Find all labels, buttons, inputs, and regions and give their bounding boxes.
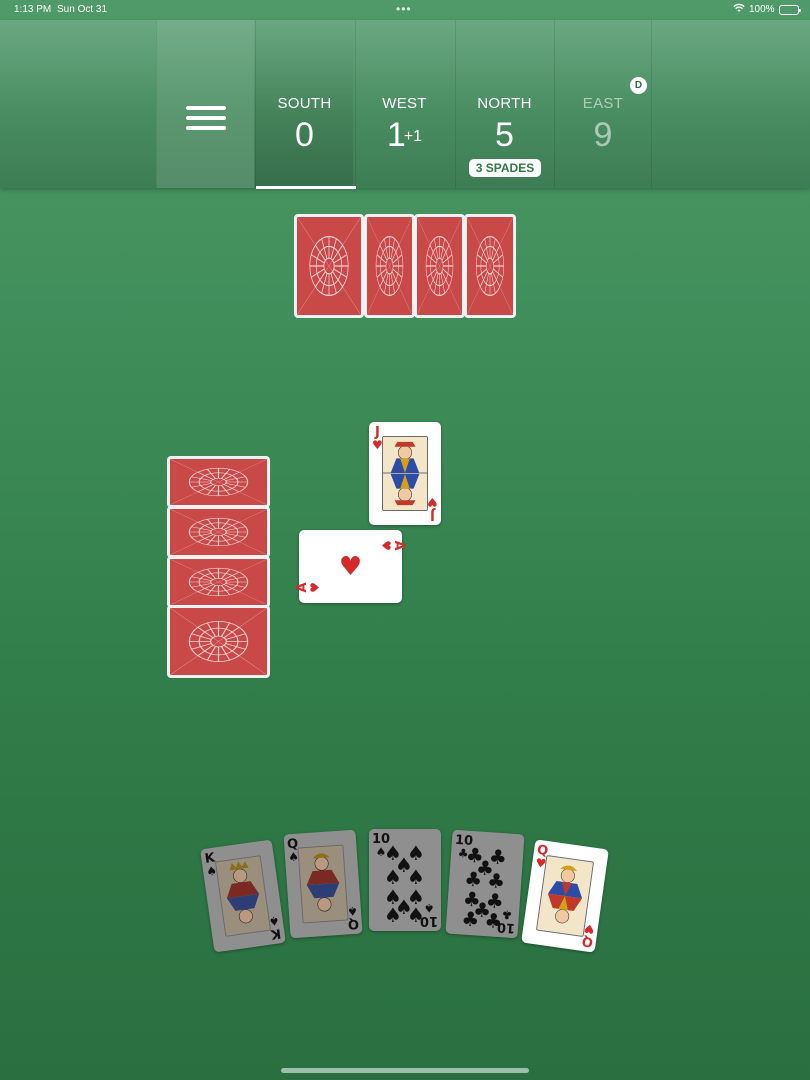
player-name: WEST — [382, 95, 427, 112]
battery-percent: 100% — [749, 4, 775, 15]
card-corner: A ♥ — [294, 582, 322, 593]
score-bonus: +1 — [403, 128, 423, 145]
player-score: 1+1 — [386, 116, 423, 154]
player-score: 5 — [495, 116, 514, 154]
card-back — [364, 214, 415, 318]
player-score: 9 — [593, 116, 613, 154]
bid-badge: 3 SPADES — [469, 159, 541, 177]
status-time: 1:13 PM — [14, 4, 52, 15]
jack-face-art — [382, 436, 428, 511]
player-name: EAST — [582, 95, 624, 112]
card-back — [167, 556, 270, 608]
home-indicator[interactable] — [281, 1068, 529, 1073]
played-card-west: A ♥ ♥ A ♥ — [294, 530, 407, 603]
card-back — [167, 506, 270, 558]
hand-card[interactable]: Q ♥ Q ♥ — [521, 839, 609, 953]
played-card-north: J ♥ J ♥ — [369, 422, 441, 525]
hand-card[interactable]: K ♠ K ♠ — [200, 839, 286, 953]
card-corner: J ♥ — [427, 495, 438, 522]
hand-card[interactable]: 10 ♠ ♠ ♠ ♠ ♠ ♠ ♠ ♠ ♠ ♠ ♠ 10 ♠ — [369, 829, 441, 931]
hand-card[interactable]: 10 ♣ ♣ ♣ ♣ ♣ ♣ ♣ ♣ ♣ ♣ ♣ 10 ♣ — [445, 829, 525, 939]
player-south[interactable]: SOUTH 0 — [255, 20, 353, 188]
hamburger-menu-icon[interactable] — [186, 104, 226, 132]
heart-icon: ♥ — [338, 552, 363, 582]
player-score: 0 — [295, 116, 314, 154]
player-name: SOUTH — [277, 95, 332, 112]
dealer-badge: D — [630, 77, 647, 94]
multitasking-dots-icon[interactable]: ••• — [396, 2, 412, 16]
status-date: Sun Oct 31 — [57, 4, 108, 15]
player-east[interactable]: EAST 9 — [554, 20, 652, 188]
card-back — [167, 456, 270, 508]
scoreboard-header: SOUTH 0 WEST 1+1 NORTH 5 EAST 9 — [0, 20, 810, 188]
card-back — [167, 605, 270, 678]
card-back — [294, 214, 364, 318]
status-bar: 1:13 PM Sun Oct 31 ••• 100% — [0, 0, 810, 20]
active-player-indicator — [256, 186, 356, 189]
queen-face-art — [297, 844, 349, 924]
wifi-icon — [733, 3, 745, 16]
card-back — [414, 214, 465, 318]
player-west[interactable]: WEST 1+1 — [355, 20, 453, 188]
king-face-art — [214, 855, 272, 937]
hand-card[interactable]: Q ♠ Q ♠ — [283, 829, 363, 939]
player-name: NORTH — [477, 95, 532, 112]
card-back — [464, 214, 516, 318]
card-corner: A ♥ — [379, 540, 407, 551]
battery-icon — [779, 5, 801, 15]
